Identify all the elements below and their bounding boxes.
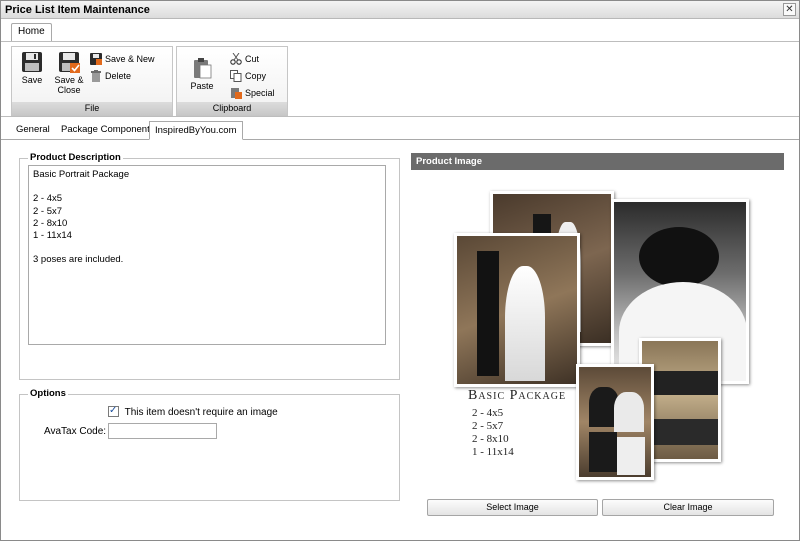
- package-line: 2 - 8x10: [472, 433, 509, 445]
- product-image-preview: Basic Package 2 - 4x5 2 - 5x7 2 - 8x10 1…: [446, 186, 766, 486]
- save-new-icon: [90, 53, 102, 65]
- product-description-group: Product Description Basic Portrait Packa…: [19, 152, 400, 380]
- product-description-legend: Product Description: [28, 152, 123, 163]
- delete-label: Delete: [105, 71, 132, 81]
- options-legend: Options: [28, 388, 68, 399]
- photo-couple-standing: [454, 233, 580, 387]
- no-image-row: This item doesn't require an image: [108, 405, 278, 418]
- save-close-icon: [59, 52, 80, 73]
- avatax-code-input[interactable]: [108, 423, 217, 439]
- paste-button[interactable]: Paste: [187, 57, 217, 91]
- file-group: Save Save & Close Save & New Delete File: [11, 46, 173, 116]
- save-new-button[interactable]: Save & New: [90, 52, 155, 67]
- tab-inspiredbyyou[interactable]: InspiredByYou.com: [149, 121, 243, 140]
- select-image-button[interactable]: Select Image: [427, 499, 598, 516]
- clipboard-group-label: Clipboard: [177, 102, 287, 115]
- content-tab-strip: General Package Components InspiredByYou…: [1, 118, 799, 140]
- no-image-label: This item doesn't require an image: [124, 407, 278, 418]
- paste-special-icon: [231, 88, 242, 99]
- delete-button[interactable]: Delete: [90, 69, 131, 84]
- paste-icon: [194, 58, 212, 79]
- price-list-item-window: Price List Item Maintenance ✕ Home Save: [0, 0, 800, 541]
- clipboard-group: Paste Cut Copy Special Clipboard: [176, 46, 288, 116]
- file-group-label: File: [12, 102, 172, 115]
- product-image-header: Product Image: [411, 153, 784, 170]
- close-button[interactable]: ✕: [783, 3, 796, 16]
- save-label: Save: [21, 75, 43, 85]
- save-icon: [22, 52, 42, 72]
- copy-label: Copy: [245, 71, 267, 81]
- trash-icon: [91, 70, 101, 82]
- paste-special-button[interactable]: Special: [230, 86, 275, 101]
- copy-icon: [230, 70, 242, 82]
- save-new-label: Save & New: [105, 54, 155, 64]
- ribbon-tab-strip: Home: [1, 20, 799, 41]
- ribbon: Save Save & Close Save & New Delete File…: [1, 41, 799, 117]
- special-label: Special: [245, 88, 275, 98]
- tab-package-components[interactable]: Package Components: [56, 121, 159, 140]
- package-caption: Basic Package 2 - 4x5 2 - 5x7 2 - 8x10 1…: [468, 388, 598, 459]
- product-description-textarea[interactable]: Basic Portrait Package 2 - 4x5 2 - 5x7 2…: [28, 165, 386, 345]
- tab-general[interactable]: General: [11, 121, 55, 140]
- paste-label: Paste: [190, 81, 214, 91]
- cut-button[interactable]: Cut: [230, 52, 259, 67]
- save-close-label-2: Close: [57, 85, 81, 95]
- package-line: 1 - 11x14: [472, 446, 514, 458]
- avatax-label: AvaTax Code:: [44, 426, 107, 437]
- options-group: Options This item doesn't require an ima…: [19, 388, 400, 501]
- scissors-icon: [230, 53, 242, 65]
- copy-button[interactable]: Copy: [230, 69, 266, 84]
- save-button[interactable]: Save: [17, 51, 47, 85]
- no-image-checkbox[interactable]: [108, 405, 119, 417]
- title-bar: Price List Item Maintenance ✕: [1, 1, 799, 19]
- package-line: 2 - 5x7: [472, 420, 504, 432]
- package-title: Basic Package: [468, 388, 567, 403]
- ribbon-tab-home[interactable]: Home: [11, 23, 52, 41]
- save-close-button[interactable]: Save & Close: [52, 51, 86, 95]
- clear-image-button[interactable]: Clear Image: [602, 499, 774, 516]
- package-line: 2 - 4x5: [472, 407, 504, 419]
- save-close-label-1: Save &: [54, 75, 84, 85]
- cut-label: Cut: [245, 54, 260, 64]
- window-title: Price List Item Maintenance: [5, 4, 150, 16]
- close-icon: ✕: [785, 4, 794, 15]
